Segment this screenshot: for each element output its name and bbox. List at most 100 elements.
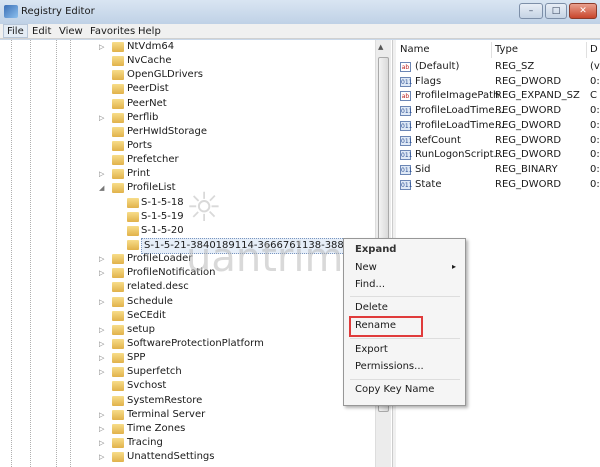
tree-item-label: Terminal Server [127, 408, 206, 420]
tree-item[interactable]: ▷ UnattendSettings [0, 450, 375, 464]
menu-item-delete[interactable]: Delete [355, 302, 388, 313]
tree-item-label: UnattendSettings [127, 451, 215, 463]
tree-item[interactable]: ◢ ProfileList [0, 181, 375, 195]
tree-item[interactable]: ▷ Perflib [0, 111, 375, 125]
value-data: C [590, 90, 597, 102]
folder-icon [112, 452, 124, 463]
tree-item[interactable]: PerHwIdStorage [0, 125, 375, 139]
tree-item[interactable]: ▷ ProfileNotification [0, 266, 375, 280]
binary-value-icon: 011 [400, 76, 413, 87]
expander-icon[interactable]: ▷ [99, 337, 104, 351]
tree-item[interactable]: PeerNet [0, 97, 375, 111]
value-row[interactable]: 011 Flags REG_DWORD 0: [400, 75, 600, 89]
tree-item[interactable]: NvCache [0, 54, 375, 68]
binary-value-icon: 011 [400, 106, 413, 117]
value-row[interactable]: 011 State REG_DWORD 0: [400, 178, 600, 192]
folder-icon [112, 423, 124, 434]
tree-item[interactable]: S-1-5-18 [0, 196, 375, 210]
value-row[interactable]: 011 Sid REG_BINARY 0: [400, 163, 600, 177]
menu-edit[interactable]: Edit [32, 26, 51, 37]
expander-icon[interactable]: ▷ [99, 323, 104, 337]
expander-icon[interactable]: ▷ [99, 450, 104, 464]
menu-item-permissions[interactable]: Permissions... [355, 361, 424, 372]
folder-icon [112, 409, 124, 420]
folder-icon [112, 84, 124, 95]
tree-item[interactable]: S-1-5-20 [0, 224, 375, 238]
tree-item[interactable]: ▷ SPP [0, 351, 375, 365]
value-type: REG_DWORD [495, 149, 562, 161]
tree-item[interactable]: OpenGLDrivers [0, 68, 375, 82]
tree-item[interactable]: SystemRestore [0, 394, 375, 408]
tree-item[interactable]: related.desc [0, 280, 375, 294]
menu-item-rename[interactable]: Rename [355, 320, 396, 331]
menu-item-expand[interactable]: Expand [355, 244, 396, 255]
tree-item[interactable]: PeerDist [0, 82, 375, 96]
menu-favorites[interactable]: Favorites [90, 26, 135, 37]
expander-icon[interactable]: ▷ [99, 167, 104, 181]
menu-item-new[interactable]: New [355, 262, 377, 273]
tree-item-label: S-1-5-19 [141, 210, 184, 222]
value-row[interactable]: 011 ProfileLoadTime... REG_DWORD 0: [400, 104, 600, 118]
value-type: REG_DWORD [495, 119, 562, 131]
expander-icon[interactable]: ▷ [99, 266, 104, 280]
value-row[interactable]: 011 RefCount REG_DWORD 0: [400, 134, 600, 148]
folder-icon [127, 197, 139, 208]
tree-item[interactable]: ▷ NtVdm64 [0, 40, 375, 54]
expander-icon[interactable]: ▷ [99, 111, 104, 125]
menu-item-export[interactable]: Export [355, 344, 388, 355]
folder-icon [112, 98, 124, 109]
value-data: 0: [590, 134, 600, 146]
maximize-button[interactable]: □ [545, 3, 567, 19]
tree-item-label: Ports [127, 139, 153, 151]
menu-file[interactable]: File [3, 24, 28, 38]
tree-item[interactable]: ▷ Time Zones [0, 422, 375, 436]
expander-icon[interactable]: ▷ [99, 295, 104, 309]
value-row[interactable]: ab ProfileImagePath REG_EXPAND_SZ C [400, 89, 600, 103]
tree-item-label: Time Zones [127, 422, 186, 434]
folder-icon [112, 395, 124, 406]
tree-item-label: Schedule [127, 295, 173, 307]
expander-icon[interactable]: ▷ [99, 252, 104, 266]
expander-icon[interactable]: ▷ [99, 422, 104, 436]
expander-icon[interactable]: ▷ [99, 365, 104, 379]
folder-icon [112, 112, 124, 123]
tree-item[interactable]: Svchost [0, 379, 375, 393]
menu-view[interactable]: View [59, 26, 83, 37]
scroll-up-icon[interactable]: ▲ [378, 43, 383, 51]
key-tree[interactable]: ▷ NtVdm64 NvCache OpenGLDrivers PeerDist Peer… [0, 40, 392, 467]
tree-item[interactable]: ▷ ProfileLoader [0, 252, 375, 266]
tree-item[interactable]: ▷ Superfetch [0, 365, 375, 379]
tree-item[interactable]: ▷ Terminal Server [0, 408, 375, 422]
column-name[interactable]: Name [400, 44, 430, 55]
column-data[interactable]: D [590, 44, 598, 55]
binary-value-icon: 011 [400, 164, 413, 175]
menu-help[interactable]: Help [138, 26, 161, 37]
close-button[interactable]: ✕ [569, 3, 597, 19]
tree-item[interactable]: ▷ SoftwareProtectionPlatform [0, 337, 375, 351]
column-type[interactable]: Type [495, 44, 518, 55]
folder-icon [112, 338, 124, 349]
expander-icon[interactable]: ▷ [99, 351, 104, 365]
tree-item[interactable]: S-1-5-19 [0, 210, 375, 224]
value-name: RunLogonScript... [415, 149, 504, 161]
tree-item[interactable]: Ports [0, 139, 375, 153]
tree-item[interactable]: Prefetcher [0, 153, 375, 167]
tree-item[interactable]: ▷ Print [0, 167, 375, 181]
value-type: REG_DWORD [495, 178, 562, 190]
menu-item-copy-key-name[interactable]: Copy Key Name [355, 384, 434, 395]
value-row[interactable]: ab (Default) REG_SZ (v [400, 60, 600, 74]
expander-icon[interactable]: ▷ [99, 408, 104, 422]
tree-item[interactable]: S-1-5-21-3840189114-3666761138-388280773… [0, 237, 392, 254]
tree-item[interactable]: ▷ Schedule [0, 295, 375, 309]
value-row[interactable]: 011 ProfileLoadTime... REG_DWORD 0: [400, 119, 600, 133]
menu-item-find[interactable]: Find... [355, 279, 385, 290]
expander-icon[interactable]: ◢ [99, 181, 104, 195]
minimize-button[interactable]: – [519, 3, 543, 19]
tree-item[interactable]: ▷ Tracing [0, 436, 375, 450]
expander-icon[interactable]: ▷ [99, 40, 104, 54]
expander-icon[interactable]: ▷ [99, 436, 104, 450]
tree-item[interactable]: SeCEdit [0, 309, 375, 323]
value-data: (v [590, 61, 600, 72]
value-row[interactable]: 011 RunLogonScript... REG_DWORD 0: [400, 148, 600, 162]
tree-item[interactable]: ▷ setup [0, 323, 375, 337]
